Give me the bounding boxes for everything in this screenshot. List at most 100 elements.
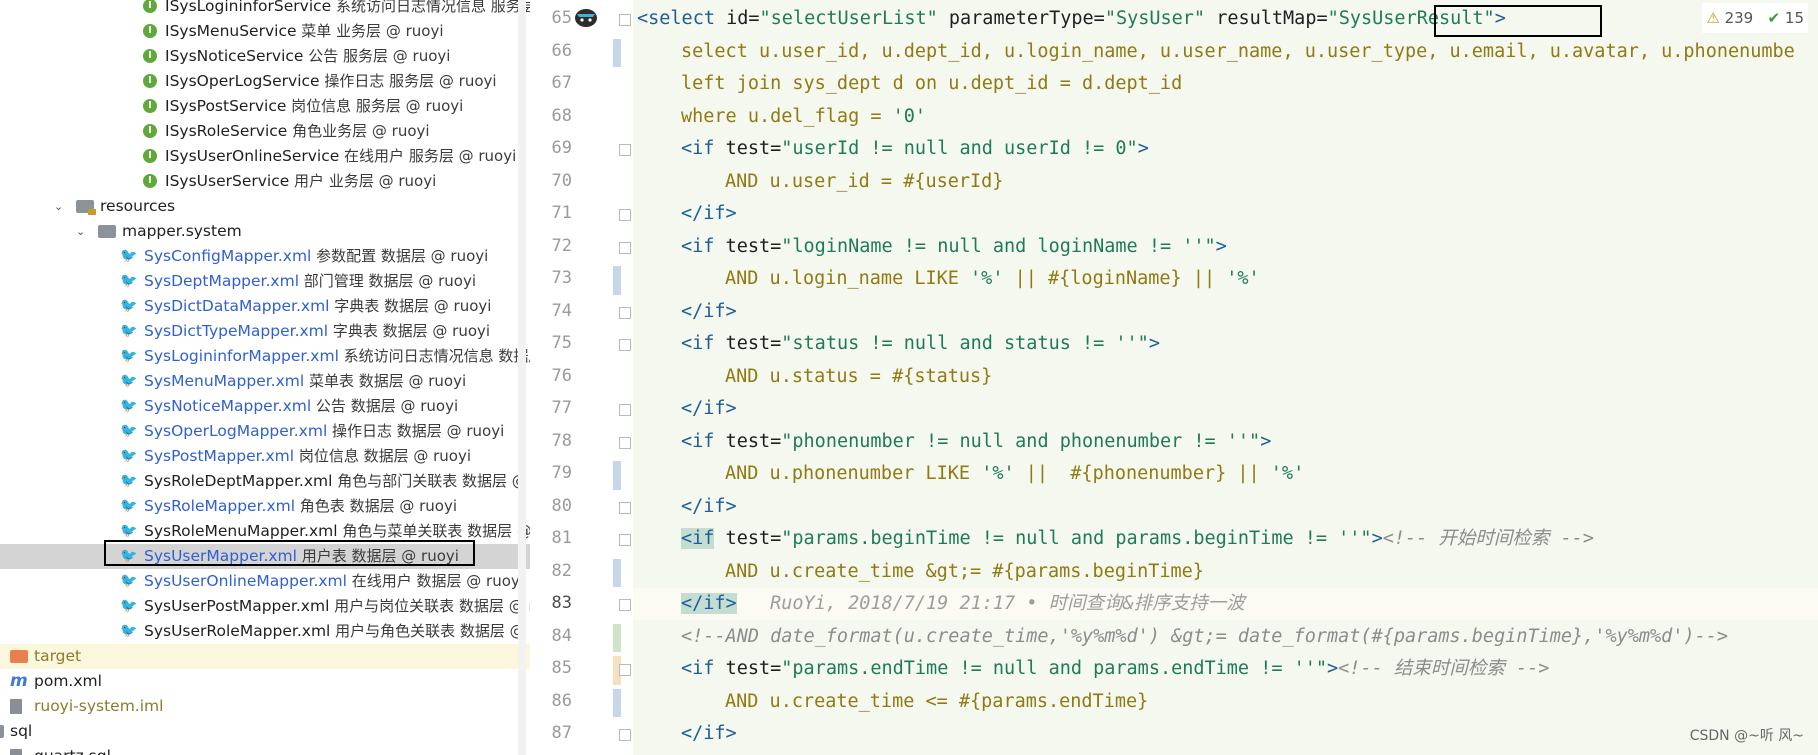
tree-item-name: SysNoticeMapper.xml [144,397,312,415]
tree-item[interactable]: 🐦 SysRoleMapper.xml 角色表 数据层 @ ruoyi [0,494,530,519]
tree-item[interactable]: ⌄ mapper.system [0,219,530,244]
code-line[interactable]: select u.user_id, u.dept_id, u.login_nam… [633,36,1818,68]
line-number: 68 [551,105,572,126]
tree-item[interactable]: I ISysUserOnlineService 在线用户 服务层 @ ruoyi [0,144,530,169]
code-line[interactable]: </if> RuoYi, 2018/7/19 21:17 • 时间查询&排序支持… [633,588,1818,620]
tree-item[interactable]: sql [0,719,530,744]
tree-item-label: SysOperLogMapper.xml 操作日志 数据层 @ ruoyi [144,419,504,444]
tree-item[interactable]: quartz.sql [0,744,530,755]
tree-item[interactable]: 🐦 SysRoleDeptMapper.xml 角色与部门关联表 数据层 @ ru [0,469,530,494]
tree-item[interactable]: 🐦 SysDeptMapper.xml 部门管理 数据层 @ ruoyi [0,269,530,294]
code-line[interactable]: AND u.login_name LIKE '%' || #{loginName… [633,263,1818,295]
fold-toggle-icon[interactable] [619,306,631,319]
tree-item[interactable]: 🐦 SysUserRoleMapper.xml 用户与角色关联表 数据层 @ ru [0,619,530,644]
fold-toggle-icon[interactable] [619,436,631,449]
fold-toggle-icon[interactable] [619,144,631,156]
code-area[interactable]: <select id="selectUserList" parameterTyp… [633,0,1818,755]
fold-toggle-icon[interactable] [619,599,631,611]
tree-item-label: ISysUserService 用户 业务层 @ ruoyi [165,169,436,194]
code-line[interactable]: left join sys_dept d on u.dept_id = d.de… [633,68,1818,100]
vcs-change-marker[interactable] [613,623,621,652]
code-line[interactable]: AND u.user_id = #{userId} [633,166,1818,198]
code-line[interactable]: AND u.create_time <= #{params.endTime} [633,686,1818,718]
fold-toggle-icon[interactable] [619,404,631,416]
chevron-down-icon[interactable]: ⌄ [76,219,85,244]
code-line[interactable]: where u.del_flag = '0' [633,101,1818,133]
code-line[interactable]: <!--AND date_format(u.create_time,'%y%m%… [633,621,1818,653]
line-number: 86 [551,690,572,711]
vcs-change-marker[interactable] [613,688,621,717]
line-number: 87 [551,723,572,743]
mybatis-xml-icon: 🐦 [120,473,138,489]
fold-toggle-icon[interactable] [619,241,631,254]
code-token: AND u.create_time <= #{params.endTime} [725,690,1149,712]
code-token: '%' [981,463,1015,484]
code-line[interactable]: <if test="params.endTime != null and par… [633,653,1818,685]
fold-toggle-icon[interactable] [619,339,631,351]
tree-item[interactable]: I ISysNoticeService 公告 服务层 @ ruoyi [0,44,530,69]
code-line[interactable]: <if test="params.beginTime != null and p… [633,523,1818,555]
tree-item[interactable]: ruoyi-system.iml [0,694,530,719]
tree-item[interactable]: 🐦 SysNoticeMapper.xml 公告 数据层 @ ruoyi [0,394,530,419]
tree-item[interactable]: I ISysPostService 岗位信息 服务层 @ ruoyi [0,94,530,119]
tree-item[interactable]: m pom.xml [0,669,530,694]
tree-item[interactable]: 🐦 SysOperLogMapper.xml 操作日志 数据层 @ ruoyi [0,419,530,444]
code-line[interactable]: AND u.create_time &gt;= #{params.beginTi… [633,556,1818,588]
code-line[interactable]: <if test="loginName != null and loginNam… [633,231,1818,263]
tree-item[interactable]: 🐦 SysUserOnlineMapper.xml 在线用户 数据层 @ ruoy… [0,569,530,594]
fold-toggle-icon[interactable] [619,14,631,26]
chevron-down-icon[interactable]: ⌄ [54,194,63,219]
tree-item[interactable]: 🐦 SysConfigMapper.xml 参数配置 数据层 @ ruoyi [0,244,530,269]
tree-item[interactable]: 🐦 SysLogininforMapper.xml 系统访问日志情况信息 数据层 [0,344,530,369]
code-line[interactable]: </if> [633,718,1818,750]
code-line-text: <if test="params.beginTime != null and p… [681,523,1594,555]
tree-item[interactable]: ›target [0,644,530,669]
tree-item[interactable]: I ISysUserService 用户 业务层 @ ruoyi [0,169,530,194]
code-token: > [1215,235,1227,257]
code-line[interactable]: </if> [633,198,1818,230]
code-line[interactable]: </if> [633,296,1818,328]
vcs-change-marker[interactable] [613,266,621,295]
code-editor[interactable]: 65 66 67 68 69 70 71 72 73 74 75 76 77 78 79 80 81 82 83 84… [530,0,1818,755]
code-token: > [1260,430,1272,452]
tree-item-name: SysLogininforMapper.xml [144,347,339,365]
tree-item-description: 角色与菜单关联表 数据层 @ r [337,522,530,540]
code-comment: <!-- 结束时间检索 --> [1338,658,1550,679]
fold-toggle-icon[interactable] [619,501,631,514]
code-line[interactable]: </if> [633,491,1818,523]
tree-item[interactable]: 🐦 SysDictDataMapper.xml 字典表 数据层 @ ruoyi [0,294,530,319]
code-line[interactable]: AND u.phonenumber LIKE '%' || #{phonenum… [633,458,1818,490]
fold-toggle-icon[interactable] [619,729,631,741]
inspection-widget[interactable]: ⚠ 239 ✔ 15 [1702,3,1808,33]
code-line[interactable]: AND u.status = #{status} [633,361,1818,393]
vcs-change-marker[interactable] [613,461,621,490]
tree-item[interactable]: I ISysLogininforService 系统访问日志情况信息 服务层 [0,0,530,19]
tree-item-description: 公告 服务层 @ ruoyi [303,47,451,65]
fold-toggle-icon[interactable] [619,534,631,546]
fold-toggle-icon[interactable] [619,209,631,221]
code-line[interactable]: <if test="userId != null and userId != 0… [633,133,1818,165]
tree-scrollbar[interactable] [518,0,526,755]
tree-item[interactable]: 🐦 SysUserPostMapper.xml 用户与岗位关联表 数据层 @ ru [0,594,530,619]
code-line[interactable]: <if test="status != null and status != '… [633,328,1818,360]
tree-item[interactable]: ⌄ resources [0,194,530,219]
mybatis-xml-icon: 🐦 [120,373,138,389]
fold-toggle-icon[interactable] [619,664,631,676]
line-number: 69 [551,138,572,158]
tree-item[interactable]: I ISysOperLogService 操作日志 服务层 @ ruoyi [0,69,530,94]
tree-item[interactable]: I ISysRoleService 角色业务层 @ ruoyi [0,119,530,144]
folder-icon [98,225,116,238]
tree-item[interactable]: I ISysMenuService 菜单 业务层 @ ruoyi [0,19,530,44]
code-line-text: left join sys_dept d on u.dept_id = d.de… [681,68,1182,100]
tree-item[interactable]: 🐦 SysPostMapper.xml 岗位信息 数据层 @ ruoyi [0,444,530,469]
code-token: test= [725,333,782,354]
code-line[interactable]: <if test="phonenumber != null and phonen… [633,426,1818,458]
code-line[interactable]: </if> [633,393,1818,425]
vcs-change-marker[interactable] [613,38,621,67]
tree-item[interactable]: 🐦 SysDictTypeMapper.xml 字典表 数据层 @ ruoyi [0,319,530,344]
vcs-change-marker[interactable] [613,558,621,587]
mybatis-xml-icon: 🐦 [120,298,138,314]
code-line[interactable]: <select id="selectUserList" parameterTyp… [633,3,1818,35]
tree-item-name: SysRoleDeptMapper.xml [144,472,333,490]
tree-item[interactable]: 🐦 SysMenuMapper.xml 菜单表 数据层 @ ruoyi [0,369,530,394]
